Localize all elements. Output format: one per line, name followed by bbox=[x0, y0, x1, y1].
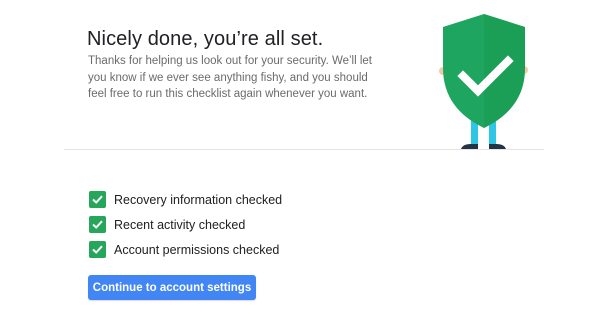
security-checklist: Recovery information checked Recent acti… bbox=[89, 191, 282, 266]
section-divider bbox=[64, 149, 544, 150]
page-title: Nicely done, you’re all set. bbox=[87, 28, 324, 50]
security-shield-figure-icon bbox=[432, 12, 536, 152]
checklist-item-activity: Recent activity checked bbox=[89, 216, 282, 233]
checkbox-checked-icon bbox=[89, 191, 106, 208]
checklist-item-label: Account permissions checked bbox=[114, 242, 280, 257]
checklist-item-recovery: Recovery information checked bbox=[89, 191, 282, 208]
checklist-item-label: Recent activity checked bbox=[114, 217, 246, 232]
page-description: Thanks for helping us look out for your … bbox=[88, 55, 373, 100]
checkbox-checked-icon bbox=[89, 241, 106, 258]
continue-to-account-settings-button[interactable]: Continue to account settings bbox=[88, 275, 256, 300]
checklist-item-permissions: Account permissions checked bbox=[89, 241, 282, 258]
checkbox-checked-icon bbox=[89, 216, 106, 233]
checklist-item-label: Recovery information checked bbox=[114, 192, 283, 207]
